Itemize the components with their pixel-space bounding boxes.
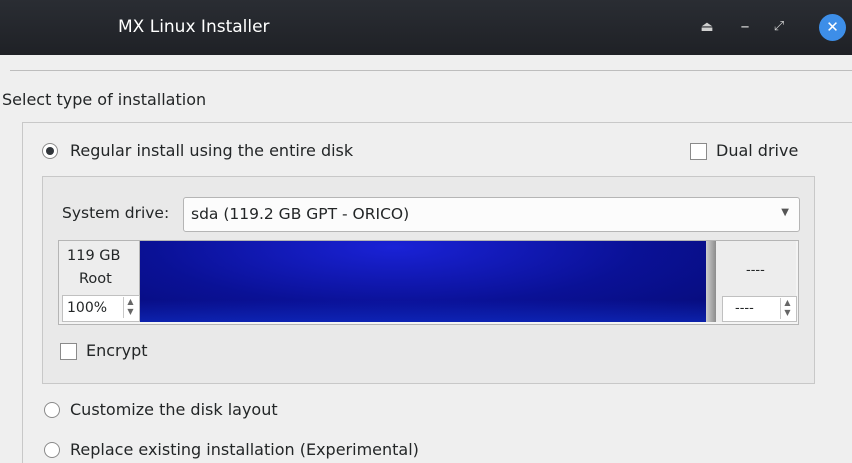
- encrypt-label[interactable]: Encrypt: [86, 341, 148, 360]
- minimize-button[interactable]: –: [734, 16, 756, 38]
- regular-install-label[interactable]: Regular install using the entire disk: [70, 141, 353, 160]
- encrypt-checkbox[interactable]: [60, 343, 77, 360]
- spin-arrows-icon[interactable]: ▲ ▼: [123, 297, 137, 318]
- replace-installation-label[interactable]: Replace existing installation (Experimen…: [70, 440, 419, 459]
- customize-layout-label[interactable]: Customize the disk layout: [70, 400, 278, 419]
- section-title: Select type of installation: [2, 90, 207, 109]
- chevron-down-icon[interactable]: ▼: [781, 207, 789, 218]
- second-percent-spinbox[interactable]: ---- ▲ ▼: [722, 296, 797, 322]
- system-drive-label: System drive:: [62, 204, 170, 222]
- spin-arrows-icon[interactable]: ▲ ▼: [780, 298, 794, 319]
- root-partition-bar: [140, 241, 706, 322]
- second-size: ----: [746, 263, 765, 278]
- replace-installation-radio[interactable]: [44, 442, 60, 458]
- close-button[interactable]: ✕: [819, 14, 846, 41]
- dual-drive-checkbox[interactable]: [690, 143, 707, 160]
- title-bar: MX Linux Installer ⏏ – ⤢ ✕: [0, 0, 852, 55]
- root-percent-spinbox[interactable]: 100% ▲ ▼: [62, 295, 140, 322]
- maximize-button[interactable]: ⤢: [768, 16, 790, 38]
- regular-install-radio[interactable]: [42, 143, 58, 159]
- dual-drive-label[interactable]: Dual drive: [716, 141, 798, 160]
- root-name: Root: [79, 271, 112, 287]
- root-percent-value: 100%: [67, 300, 108, 316]
- separator: [10, 70, 852, 71]
- partition-splitter-handle[interactable]: [706, 241, 716, 322]
- second-percent-value: ----: [735, 301, 754, 316]
- customize-layout-radio[interactable]: [44, 402, 60, 418]
- system-drive-select[interactable]: sda (119.2 GB GPT - ORICO) ▼: [183, 197, 800, 232]
- root-size: 119 GB: [67, 248, 121, 264]
- system-drive-value: sda (119.2 GB GPT - ORICO): [191, 205, 410, 223]
- eject-icon[interactable]: ⏏: [696, 16, 718, 38]
- window-title: MX Linux Installer: [118, 17, 270, 37]
